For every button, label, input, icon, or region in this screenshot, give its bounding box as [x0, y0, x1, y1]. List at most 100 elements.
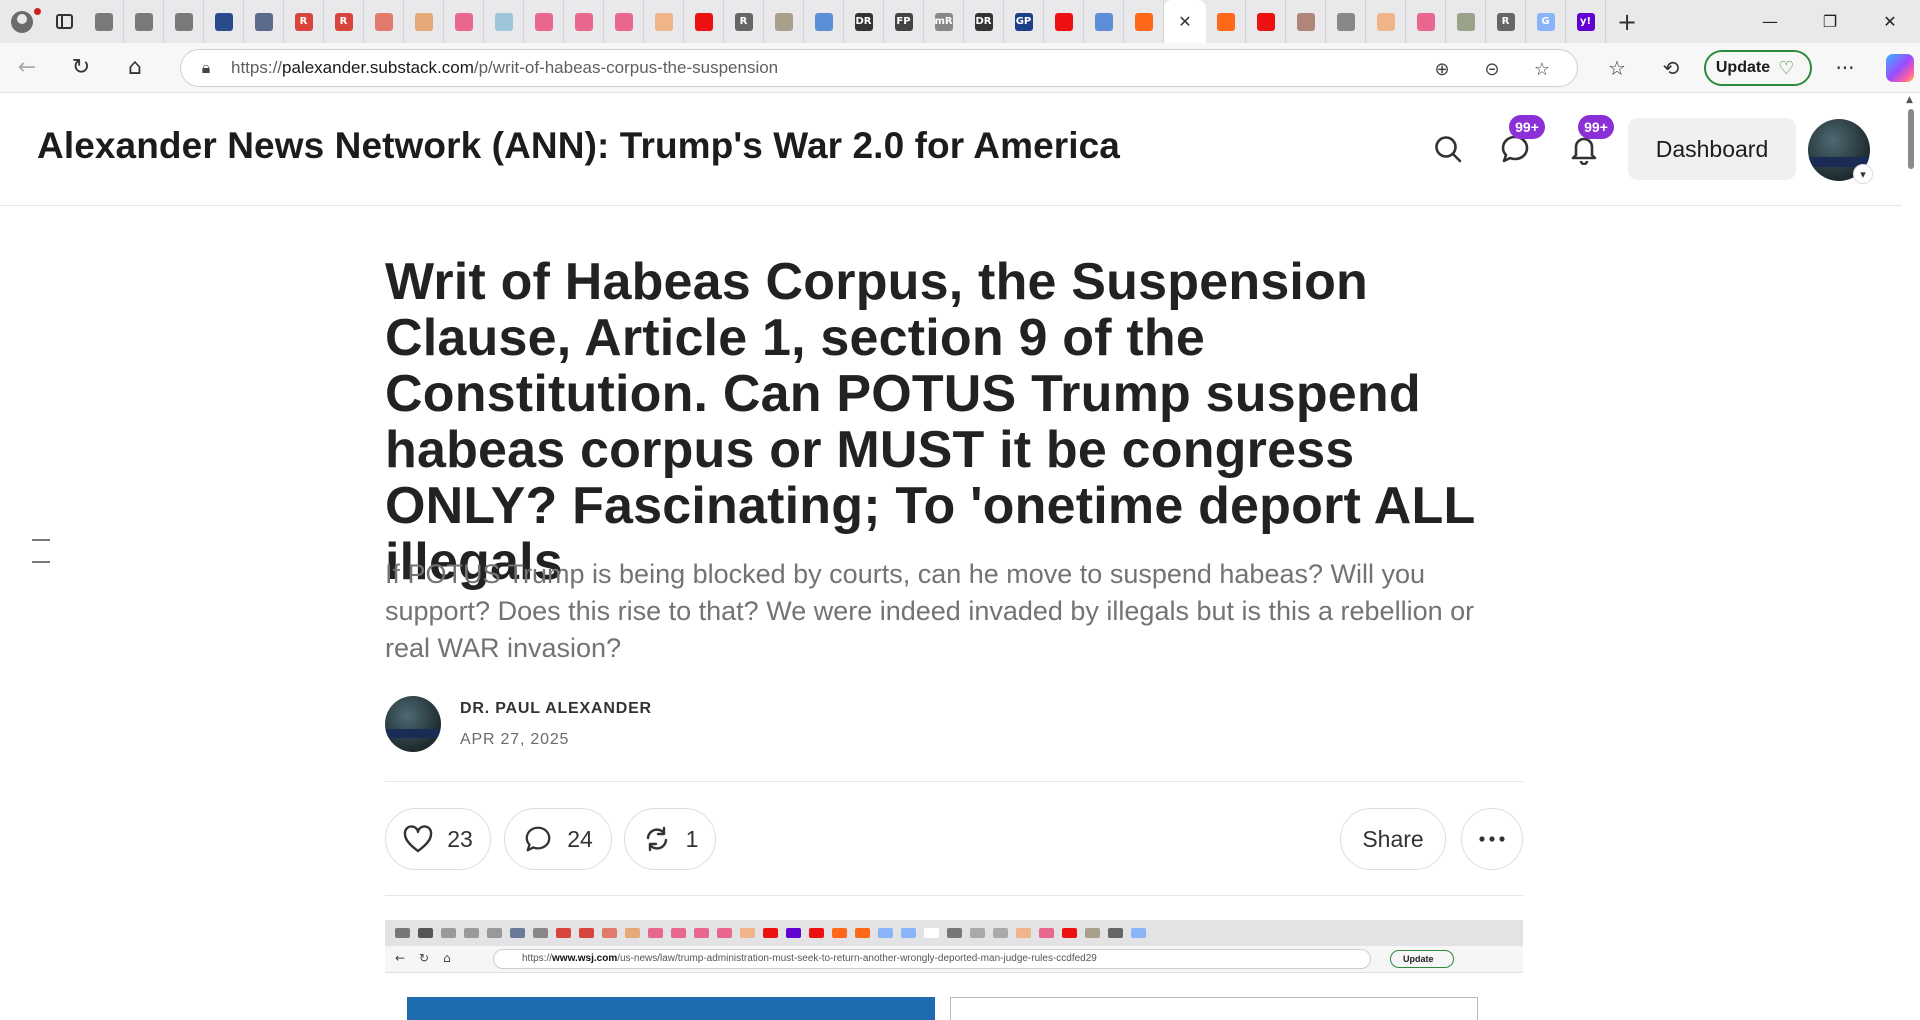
favorite-star-icon[interactable]: ☆ — [1517, 59, 1567, 80]
tab-circle-icon[interactable] — [404, 0, 444, 43]
r-logo-icon: R — [334, 12, 353, 31]
restack-icon — [646, 826, 667, 852]
circle-icon — [414, 12, 433, 31]
tab-r-logo-icon[interactable]: R — [324, 0, 364, 43]
tab-gp-icon[interactable]: GP — [1004, 0, 1044, 43]
read-aloud-icon[interactable]: ⊝ — [1467, 59, 1517, 80]
share-button[interactable]: Share — [1340, 808, 1446, 870]
profile-icon[interactable] — [0, 0, 44, 43]
publication-title[interactable]: Alexander News Network (ANN): Trump's Wa… — [37, 125, 1120, 167]
more-menu-icon[interactable]: ··· — [1818, 56, 1872, 80]
side-line-2 — [32, 561, 50, 563]
r-logo-icon: R — [734, 12, 753, 31]
tab-r-logo-icon[interactable]: R — [1486, 0, 1526, 43]
minimize-button[interactable]: — — [1740, 0, 1800, 43]
youtube-icon — [694, 12, 713, 31]
tab-leaf-icon[interactable] — [484, 0, 524, 43]
post-date: APR 27, 2025 — [460, 731, 570, 748]
embedded-update-button: Update — [1390, 950, 1454, 968]
more-dots-icon — [1479, 836, 1505, 842]
search-icon[interactable] — [1428, 129, 1468, 169]
search-icon — [814, 12, 833, 31]
refresh-button[interactable]: ↻ — [54, 43, 108, 93]
embedded-toolbar: ←↻⌂ https://www.wsj.com/us-news/law/trum… — [385, 946, 1523, 972]
tab-dr-icon[interactable]: DR — [844, 0, 884, 43]
tab-video-icon[interactable] — [1406, 0, 1446, 43]
tab-substack-icon[interactable] — [1206, 0, 1246, 43]
tab-chart-icon[interactable] — [1326, 0, 1366, 43]
tab-youtube-icon[interactable] — [684, 0, 724, 43]
restore-button[interactable]: ❐ — [1800, 0, 1860, 43]
globe-icon — [134, 12, 153, 31]
tab-youtube-icon[interactable] — [1044, 0, 1084, 43]
lock-icon[interactable]: 🔒︎ — [181, 58, 231, 78]
history-icon[interactable]: ⟲ — [1644, 56, 1698, 80]
browser-tabstrip: R R R DR FP mR DR GP ✕ R Gy! + — ❐ ✕ — [0, 0, 1920, 43]
tab-youtube-icon[interactable] — [1246, 0, 1286, 43]
update-button[interactable]: Update ♡ — [1704, 50, 1812, 86]
tab-yahoo-icon[interactable]: y! — [1566, 0, 1606, 43]
tab-photo-icon[interactable] — [764, 0, 804, 43]
search-icon — [1094, 12, 1113, 31]
tab-globe-icon[interactable] — [124, 0, 164, 43]
restack-button[interactable]: 1 — [624, 808, 716, 870]
tab-video-icon[interactable] — [444, 0, 484, 43]
embedded-tabstrip — [385, 920, 1523, 946]
back-button[interactable]: ← — [0, 43, 54, 93]
tab-photo-icon[interactable] — [1446, 0, 1486, 43]
tab-search-icon[interactable] — [1084, 0, 1124, 43]
tab-video-icon[interactable] — [524, 0, 564, 43]
post-embedded-image[interactable]: ←↻⌂ https://www.wsj.com/us-news/law/trum… — [385, 920, 1523, 1020]
tab-r-logo-icon[interactable]: R — [724, 0, 764, 43]
scroll-up-icon[interactable]: ▲ — [1906, 95, 1913, 105]
tab-photo-icon[interactable] — [1286, 0, 1326, 43]
tab-dr-icon[interactable]: DR — [964, 0, 1004, 43]
tab-fp-icon[interactable]: FP — [884, 0, 924, 43]
tab-b-logo-icon[interactable] — [644, 0, 684, 43]
video-icon — [454, 12, 473, 31]
favorites-icon[interactable]: ☆ — [1590, 56, 1644, 80]
substack-icon — [1134, 12, 1153, 31]
tab-active[interactable]: ✕ — [1164, 0, 1206, 43]
messages-badge: 99+ — [1509, 115, 1545, 139]
fp-icon: FP — [894, 12, 913, 31]
tab-actions-icon[interactable] — [44, 0, 84, 43]
messages-icon[interactable]: 99+ — [1495, 115, 1545, 169]
tab-news-icon[interactable] — [204, 0, 244, 43]
tab-b-logo-icon[interactable] — [1366, 0, 1406, 43]
author-name[interactable]: DR. PAUL ALEXANDER — [460, 700, 652, 718]
tab-search-icon[interactable] — [804, 0, 844, 43]
tab-globe-icon[interactable] — [164, 0, 204, 43]
tab-globe-icon[interactable] — [84, 0, 124, 43]
page-scrollbar[interactable]: ▲ — [1902, 93, 1920, 1020]
tab-pdf-icon[interactable] — [364, 0, 404, 43]
home-button[interactable]: ⌂ — [108, 43, 162, 93]
embedded-blue-block — [407, 997, 935, 1020]
dashboard-button[interactable]: Dashboard — [1628, 118, 1796, 180]
tab-substack-icon[interactable] — [1124, 0, 1164, 43]
chevron-down-icon[interactable]: ▾ — [1853, 164, 1873, 184]
tab-doc-icon[interactable] — [244, 0, 284, 43]
google-icon: G — [1536, 12, 1555, 31]
tab-r-logo-icon[interactable]: R — [284, 0, 324, 43]
scrollbar-thumb[interactable] — [1908, 109, 1914, 169]
tab-video-icon[interactable] — [604, 0, 644, 43]
r-logo-icon: R — [1496, 12, 1515, 31]
side-toolbar[interactable] — [32, 539, 50, 583]
address-bar[interactable]: 🔒︎ https://palexander.substack.com/p/wri… — [180, 49, 1578, 87]
more-options-button[interactable] — [1461, 808, 1523, 870]
copilot-icon[interactable] — [1886, 54, 1914, 82]
url-text[interactable]: https://palexander.substack.com/p/writ-o… — [231, 58, 778, 78]
zoom-icon[interactable]: ⊕ — [1417, 59, 1467, 80]
author-avatar[interactable] — [385, 696, 441, 752]
tab-google-icon[interactable]: G — [1526, 0, 1566, 43]
tab-video-icon[interactable] — [564, 0, 604, 43]
substack-icon — [1216, 12, 1235, 31]
like-button[interactable]: 23 — [385, 808, 491, 870]
video-icon — [1416, 12, 1435, 31]
tab-mr-icon[interactable]: mR — [924, 0, 964, 43]
comment-button[interactable]: 24 — [504, 808, 612, 870]
new-tab-button[interactable]: + — [1606, 0, 1648, 43]
close-window-button[interactable]: ✕ — [1860, 0, 1920, 43]
notifications-bell-icon[interactable]: 99+ — [1564, 115, 1614, 169]
